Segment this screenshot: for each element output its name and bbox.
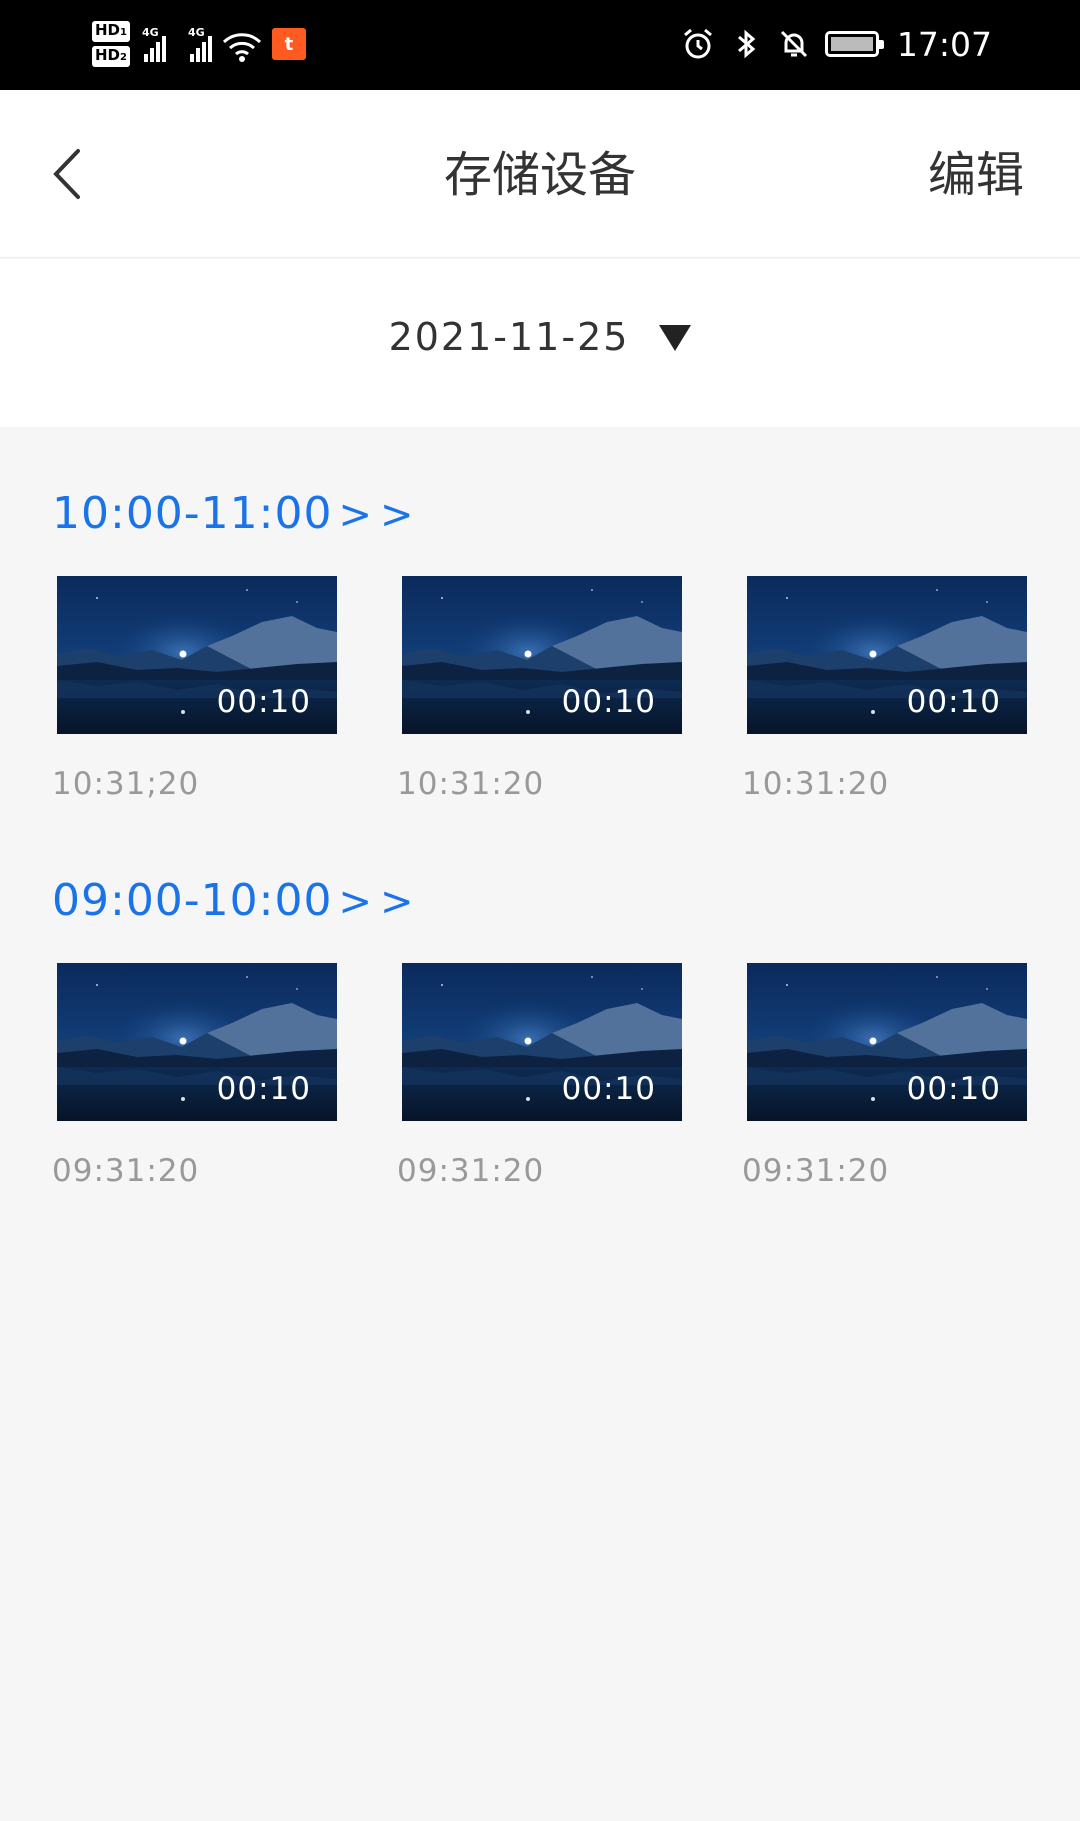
video-time: 09:31:20 xyxy=(52,1153,200,1189)
wifi-icon xyxy=(222,33,262,62)
video-thumbnail[interactable]: 00:10 xyxy=(747,963,1027,1121)
video-duration: 00:10 xyxy=(906,684,1001,720)
video-duration: 00:10 xyxy=(561,1071,656,1107)
video-thumbnail[interactable]: 00:10 xyxy=(402,576,682,734)
video-duration: 00:10 xyxy=(216,1071,311,1107)
group-title: 10:00-11:00 xyxy=(52,488,333,539)
video-time: 09:31:20 xyxy=(397,1153,545,1189)
status-bar-left: HD1 HD2 4G 4G t xyxy=(92,14,306,74)
video-thumbnail[interactable]: 00:10 xyxy=(57,576,337,734)
chevron-right-double-icon: >> xyxy=(338,879,422,925)
edit-button[interactable]: 编辑 xyxy=(928,145,1024,205)
video-thumbnail[interactable]: 00:10 xyxy=(402,963,682,1121)
video-duration: 00:10 xyxy=(906,1071,1001,1107)
hd-icon-sim2: HD2 xyxy=(92,46,130,67)
bluetooth-icon xyxy=(737,29,756,59)
signal-icon-sim1: 4G xyxy=(142,26,166,62)
video-duration: 00:10 xyxy=(561,684,656,720)
video-thumbnail[interactable]: 00:10 xyxy=(57,963,337,1121)
status-time: 17:07 xyxy=(896,24,992,64)
caret-down-icon xyxy=(659,325,692,351)
status-bar: HD1 HD2 4G 4G t 17:07 xyxy=(0,0,1080,90)
group-title: 09:00-10:00 xyxy=(52,875,333,926)
status-bar-right: 17:07 xyxy=(681,20,992,68)
page-title: 存储设备 xyxy=(443,147,636,203)
hd-indicators: HD1 HD2 xyxy=(92,21,130,67)
group-header-10-11[interactable]: 10:00-11:00 >> xyxy=(52,488,422,539)
date-bar: 2021-11-25 xyxy=(0,259,1080,427)
video-time: 10:31:20 xyxy=(742,766,890,802)
selected-date: 2021-11-25 xyxy=(388,315,630,359)
app-notification-icon: t xyxy=(271,28,306,60)
video-thumbnail[interactable]: 00:10 xyxy=(747,576,1027,734)
app-header: 存储设备 编辑 xyxy=(0,90,1080,258)
video-time: 10:31:20 xyxy=(397,766,545,802)
hd-icon-sim1: HD1 xyxy=(92,21,130,42)
video-duration: 00:10 xyxy=(216,684,311,720)
signal-icon-sim2: 4G xyxy=(188,26,212,62)
video-time: 10:31;20 xyxy=(52,766,200,802)
video-time: 09:31:20 xyxy=(742,1153,890,1189)
alarm-icon xyxy=(683,28,712,59)
mute-bell-icon xyxy=(780,30,807,58)
date-selector[interactable]: 2021-11-25 xyxy=(0,315,1080,359)
group-header-09-10[interactable]: 09:00-10:00 >> xyxy=(52,875,422,926)
battery-icon xyxy=(824,31,884,57)
chevron-right-double-icon: >> xyxy=(338,492,422,538)
